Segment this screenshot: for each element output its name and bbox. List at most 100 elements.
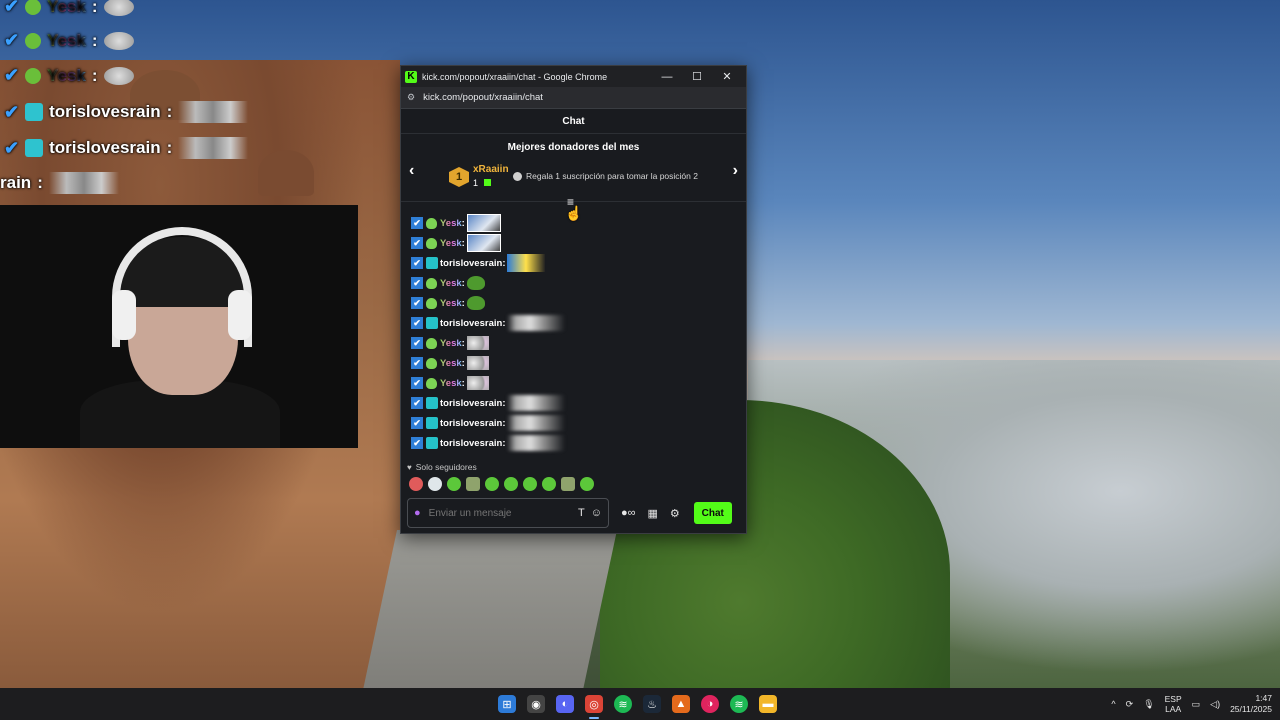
start-button-icon[interactable]: ⊞ bbox=[498, 695, 516, 713]
site-settings-icon[interactable]: ⚙ bbox=[407, 92, 415, 103]
chrome-icon[interactable]: ◎ bbox=[585, 695, 603, 719]
pepe-badge-icon bbox=[426, 377, 437, 389]
quick-emote-bar[interactable] bbox=[409, 477, 594, 491]
emote-icon[interactable] bbox=[561, 477, 575, 491]
chat-username[interactable]: Yesk bbox=[440, 278, 462, 289]
chat-username[interactable]: torislovesrain bbox=[440, 398, 502, 409]
pepe-badge-icon bbox=[426, 277, 437, 289]
spotify-icon[interactable]: ≋ bbox=[614, 695, 632, 713]
chevron-up-icon[interactable]: ^ bbox=[1111, 699, 1115, 709]
chevron-left-icon[interactable]: ‹ bbox=[409, 162, 414, 180]
points-icon[interactable]: ●∞ bbox=[621, 507, 636, 519]
emote-icon[interactable] bbox=[409, 477, 423, 491]
discord-icon[interactable]: ◐ bbox=[556, 695, 574, 713]
chat-username[interactable]: Yesk bbox=[440, 218, 462, 229]
chat-message[interactable]: ✔ Yesk: bbox=[411, 373, 489, 393]
chat-username[interactable]: torislovesrain bbox=[440, 418, 502, 429]
chat-message[interactable]: ✔ Yesk: bbox=[411, 293, 485, 313]
photo-emote-icon bbox=[466, 214, 501, 232]
sub-badge-icon bbox=[426, 437, 438, 449]
verified-badge-icon: ✔ bbox=[411, 217, 423, 229]
emote-icon[interactable] bbox=[523, 477, 537, 491]
window-titlebar[interactable]: K kick.com/popout/xraaiin/chat - Google … bbox=[401, 66, 746, 87]
overlay-sep: : bbox=[91, 30, 98, 50]
emote-icon[interactable] bbox=[580, 477, 594, 491]
gift-note: Regala 1 suscripción para tomar la posic… bbox=[513, 171, 698, 181]
chat-message[interactable]: ✔ Yesk: bbox=[411, 273, 485, 293]
clock[interactable]: 1:47 25/11/2025 bbox=[1230, 693, 1272, 715]
chat-message[interactable]: ✔ torislovesrain: bbox=[411, 313, 566, 333]
chat-username[interactable]: torislovesrain bbox=[440, 438, 502, 449]
kick-logo-icon: K bbox=[405, 70, 417, 83]
overlay-sep: : bbox=[91, 65, 98, 85]
heart-icon: ♥ bbox=[407, 462, 412, 472]
emote-icon bbox=[103, 0, 134, 16]
game-launcher-icon[interactable]: ▲ bbox=[672, 695, 690, 713]
maximize-button[interactable]: ☐ bbox=[682, 70, 712, 83]
translate-icon[interactable]: T bbox=[578, 507, 585, 519]
chevron-right-icon[interactable]: › bbox=[733, 162, 738, 180]
url-text[interactable]: kick.com/popout/xraaiin/chat bbox=[423, 92, 543, 103]
mic-icon[interactable]: ● bbox=[414, 507, 421, 519]
settings-gear-icon[interactable]: ⚙ bbox=[670, 507, 680, 520]
pepe-badge-icon bbox=[25, 67, 42, 84]
chat-message[interactable]: ✔ Yesk: bbox=[411, 233, 501, 253]
car-emote-icon bbox=[507, 254, 546, 272]
app-icon[interactable]: ◑ bbox=[701, 695, 719, 713]
clock-time: 1:47 bbox=[1255, 693, 1272, 703]
obs-icon[interactable]: ◉ bbox=[527, 695, 545, 713]
chat-username[interactable]: Yesk bbox=[440, 378, 462, 389]
emote-icon[interactable] bbox=[447, 477, 461, 491]
chat-popout-window[interactable]: K kick.com/popout/xraaiin/chat - Google … bbox=[400, 65, 747, 534]
microphone-icon[interactable]: 🎙 bbox=[1143, 699, 1154, 710]
verified-icon: ✔ bbox=[4, 65, 20, 85]
emoji-icon[interactable]: ☺ bbox=[591, 507, 602, 519]
file-explorer-icon[interactable]: ▬ bbox=[759, 695, 777, 713]
gift-sub-icon bbox=[513, 171, 522, 181]
volume-icon[interactable]: ◁) bbox=[1210, 699, 1220, 710]
sub-badge-icon bbox=[25, 139, 44, 157]
chat-message[interactable]: ✔ torislovesrain: bbox=[411, 433, 566, 453]
language-indicator[interactable]: ESP LAA bbox=[1165, 694, 1182, 714]
sync-icon[interactable]: ⟳ bbox=[1126, 699, 1134, 710]
verified-badge-icon: ✔ bbox=[411, 357, 423, 369]
chat-username[interactable]: Yesk bbox=[440, 238, 462, 249]
chat-message-list[interactable]: ✔ Yesk: ✔ Yesk: ✔ torislovesrain: ✔ Yesk… bbox=[401, 203, 746, 463]
display-icon[interactable]: ▭ bbox=[1192, 699, 1201, 710]
donor-gift-count: 1 bbox=[473, 178, 479, 188]
store-icon[interactable]: ▦ bbox=[648, 507, 658, 520]
spotify-icon[interactable]: ≋ bbox=[730, 695, 748, 713]
emote-icon[interactable] bbox=[466, 477, 480, 491]
blur-emote-icon bbox=[507, 435, 566, 451]
chat-username[interactable]: Yesk bbox=[440, 338, 462, 349]
overlay-sep: : bbox=[166, 138, 173, 157]
emote-icon[interactable] bbox=[485, 477, 499, 491]
verified-badge-icon: ✔ bbox=[411, 417, 423, 429]
chat-message[interactable]: ✔ Yesk: bbox=[411, 353, 489, 373]
chat-username[interactable]: Yesk bbox=[440, 358, 462, 369]
overlay-sep: : bbox=[166, 102, 173, 121]
steam-icon[interactable]: ♨ bbox=[643, 695, 661, 713]
message-input[interactable] bbox=[428, 507, 573, 519]
chat-username[interactable]: Yesk bbox=[440, 298, 462, 309]
emote-icon[interactable] bbox=[504, 477, 518, 491]
top-donor-name[interactable]: xRaaiin bbox=[473, 164, 509, 175]
overlay-username: Yesk bbox=[47, 65, 86, 85]
emote-icon[interactable] bbox=[428, 477, 442, 491]
close-button[interactable]: ✕ bbox=[712, 70, 742, 83]
overlay-username: torislovesrain bbox=[49, 138, 161, 157]
address-bar[interactable]: ⚙ kick.com/popout/xraaiin/chat bbox=[401, 87, 746, 109]
message-input-box[interactable]: ● T ☺ bbox=[407, 498, 609, 528]
chat-input-row: ● T ☺ ●∞ ▦ ⚙ Chat bbox=[407, 498, 741, 528]
chat-username[interactable]: torislovesrain bbox=[440, 318, 502, 329]
chat-message[interactable]: ✔ torislovesrain: bbox=[411, 413, 566, 433]
minimize-button[interactable]: — bbox=[652, 71, 682, 83]
chat-username[interactable]: torislovesrain bbox=[440, 258, 502, 269]
emote-icon[interactable] bbox=[542, 477, 556, 491]
chat-message[interactable]: ✔ torislovesrain: bbox=[411, 393, 566, 413]
send-chat-button[interactable]: Chat bbox=[693, 502, 732, 524]
chat-message[interactable]: ✔ torislovesrain: bbox=[411, 253, 546, 273]
webcam-feed bbox=[0, 205, 358, 448]
chat-message[interactable]: ✔ Yesk: bbox=[411, 213, 501, 233]
chat-message[interactable]: ✔ Yesk: bbox=[411, 333, 489, 353]
